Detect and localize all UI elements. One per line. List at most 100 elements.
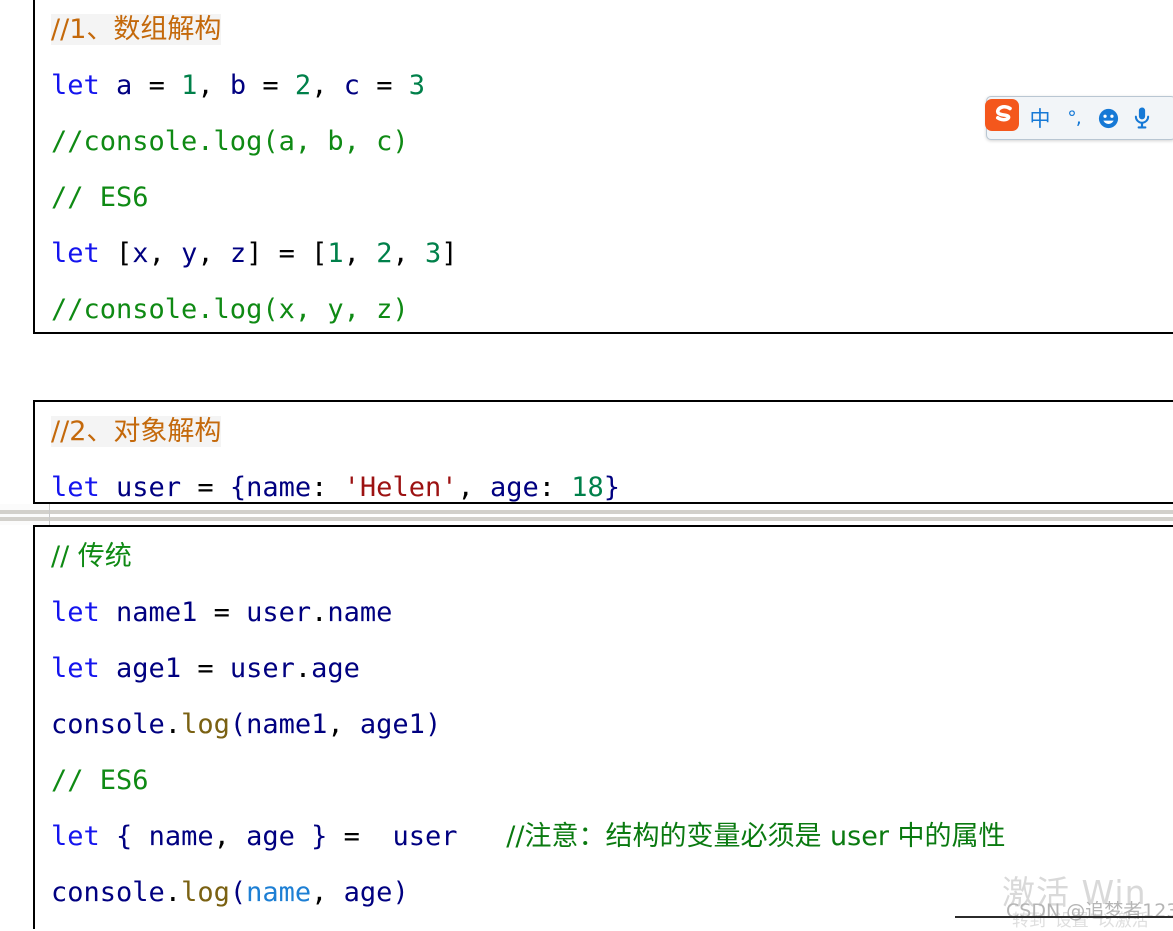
code-token-punct: : [538,472,572,503]
code-token-punct: [ [99,238,133,269]
csdn-author-watermark: CSDN @追梦者123 [1006,900,1173,922]
code-token-ident: age1 [116,653,182,684]
code-token-ident: user [229,653,295,684]
code-token-ident: ( [229,877,247,908]
page-separator [0,504,1173,525]
code-token-ident: ) [392,877,409,908]
code-token-ident: ( [229,709,247,740]
code-token-punct: = [359,70,409,101]
separator-band-top [0,510,1173,514]
code-token-punct [100,597,116,628]
code-token-num: 3 [424,238,442,269]
code-token-kw: let [51,238,100,269]
code-token-punct: , [311,877,344,908]
code-token-ident: x [132,238,149,269]
code-token-kw: let [51,821,100,852]
code-token-punct [100,70,116,101]
code-token-comment: // 传统 [51,541,132,572]
code-token-punct: , [343,238,377,269]
code-token-kw: let [51,472,100,503]
mic-glyph-icon [1134,107,1150,129]
code-token-punct: ] = [ [246,238,328,269]
code-token-punct [457,821,506,852]
code-token-punct: = [181,472,230,503]
code-token-punct: = [343,821,393,852]
code-token-punct: , [457,472,490,503]
code-token-punct: = [197,597,247,628]
code-token-ident: age [311,653,360,684]
code-token-ident: ) [424,709,442,740]
code-token-punct: ] [441,238,458,269]
bottom-rule [955,916,1173,918]
code-token-ident: c [343,70,360,101]
code-token-ident: y [181,238,198,269]
code-token-comment-zh: //注意：结构的变量必须是 user 中的属性 [506,821,1006,852]
code-token-brace: } [603,472,621,503]
code-token-punct: . [164,877,182,908]
separator-left-gutter [0,504,49,525]
code-token-punct: . [311,597,328,628]
code-token-ident: z [229,238,247,269]
code-token-punct: , [327,709,360,740]
code-token-prop: log [181,709,230,740]
sogou-logo-icon[interactable] [983,95,1023,135]
code-token-punct: , [392,238,425,269]
code-token-kw: let [51,653,100,684]
code-line: console.log(name1, age1) [35,697,1173,753]
code-token-ident: a [116,70,133,101]
code-token-head: //1、数组解构 [51,14,222,45]
code-token-punct: = [246,70,295,101]
code-line: // ES6 [35,753,1173,809]
code-token-ident-lt: name [246,877,312,908]
code-token-brace: { [99,821,149,852]
code-token-ident: b [229,70,247,101]
code-token-ident: name1 [246,709,328,740]
code-block-object-destructuring: //2、对象解构 let user = {name: 'Helen', age: … [33,400,1173,504]
code-token-comment: // ES6 [51,765,149,796]
code-line: let name1 = user.name [35,585,1173,641]
code-token-ident: name1 [116,597,198,628]
separator-gutter-line [49,504,50,525]
code-token-num: 1 [327,238,344,269]
code-token-punct: = [132,70,182,101]
code-token-ident: name [246,472,312,503]
code-line: //1、数组解构 [35,2,1173,58]
code-token-ident: console [51,709,165,740]
code-token-ident: name [327,597,393,628]
code-token-str: 'Helen' [343,472,458,503]
code-token-punct: , [148,238,182,269]
code-line: let age1 = user.age [35,641,1173,697]
code-token-kw: let [51,597,100,628]
code-token-punct: , [197,70,230,101]
code-token-num: 1 [181,70,198,101]
code-token-kw: let [51,70,100,101]
code-line: //2、对象解构 [35,404,1173,460]
code-line: //console.log(x, y, z) [35,282,1173,338]
code-token-ident: user [392,821,458,852]
code-token-ident: user [116,472,182,503]
emoji-icon[interactable] [1091,98,1125,138]
code-token-punct: . [164,709,182,740]
code-token-punct [100,472,116,503]
microphone-icon[interactable] [1125,98,1159,138]
code-token-ident: age [246,821,295,852]
sogou-ime-toolbar[interactable]: 中 °, [983,95,1173,140]
ime-mode-icon[interactable]: 中 [1023,98,1057,138]
code-token-num: 18 [571,472,604,503]
code-token-prop: log [181,877,230,908]
code-token-ident: age1 [359,709,425,740]
code-token-ident: name [148,821,214,852]
ime-punctuation-icon[interactable]: °, [1057,98,1091,138]
code-line: // ES6 [35,170,1173,226]
code-line: let [x, y, z] = [1, 2, 3] [35,226,1173,282]
emoji-face-icon [1098,108,1118,128]
code-token-punct: = [181,653,230,684]
separator-band-bottom [0,517,1173,521]
code-token-brace: } [294,821,344,852]
code-token-num: 2 [376,238,393,269]
code-token-punct: , [311,70,344,101]
code-token-ident: user [246,597,312,628]
code-line: let { name, age } = user //注意：结构的变量必须是 u… [35,809,1173,865]
code-token-comment: //console.log(a, b, c) [51,126,409,157]
code-token-ident: console [51,877,165,908]
